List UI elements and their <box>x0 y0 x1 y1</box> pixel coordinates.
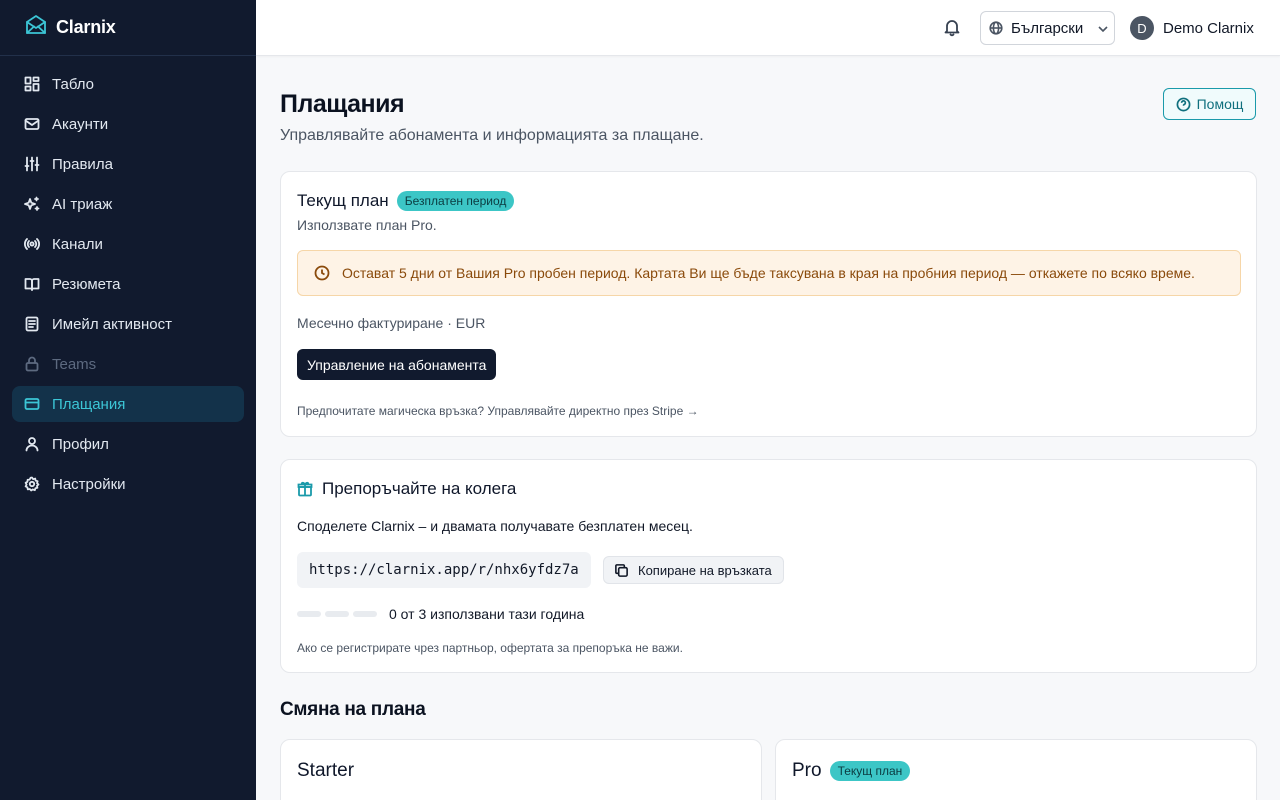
plan-name: Pro Текущ план <box>792 760 911 782</box>
mail-icon <box>24 116 40 132</box>
referral-usage: 0 от 3 използвани тази година <box>297 606 584 622</box>
change-plan-title: Смяна на плана <box>280 699 426 720</box>
usage-pill <box>297 611 321 617</box>
help-button[interactable]: Помощ <box>1163 88 1256 120</box>
language-value: Български <box>1011 19 1084 37</box>
sidebar-item-dashboard[interactable]: Табло <box>12 66 244 102</box>
usage-pill <box>353 611 377 617</box>
user-name: Demo Clarnix <box>1163 19 1254 37</box>
sparkles-icon <box>24 196 40 212</box>
help-circle-icon <box>1176 97 1191 111</box>
sidebar-item-accounts[interactable]: Акаунти <box>12 106 244 142</box>
sidebar-item-ai-triage[interactable]: AI триаж <box>12 186 244 222</box>
plan-name: Starter <box>297 760 354 782</box>
bell-icon[interactable] <box>942 17 962 37</box>
sidebar-item-rules[interactable]: Правила <box>12 146 244 182</box>
avatar: D <box>1130 16 1154 40</box>
sidebar-item-label: Акаунти <box>52 115 109 133</box>
radio-icon <box>24 236 40 252</box>
dashboard-icon <box>24 76 40 92</box>
copy-icon <box>615 563 628 577</box>
plan-name-text: Starter <box>297 760 355 781</box>
book-icon <box>24 276 40 292</box>
partner-note: Ако се регистрирате чрез партньор, оферт… <box>297 641 683 655</box>
usage-text: 0 от 3 използвани тази година <box>389 606 585 622</box>
referral-heading: Препоръчайте на колега <box>297 479 516 499</box>
current-plan-card: Текущ план Безплатен период Използвате п… <box>280 171 1257 437</box>
envelope-logo-icon <box>24 13 56 42</box>
current-plan-heading: Текущ план Безплатен период <box>297 191 515 211</box>
sidebar-item-label: Настройки <box>52 475 126 493</box>
current-plan-badge: Текущ план <box>829 761 911 781</box>
sidebar: Clarnix Табло Акаунти Правила AI триаж К… <box>0 0 256 800</box>
sidebar-nav: Табло Акаунти Правила AI триаж Канали Ре… <box>0 56 256 516</box>
sidebar-item-label: Табло <box>52 75 95 93</box>
user-icon <box>24 436 40 452</box>
sidebar-item-teams: Teams <box>12 346 244 382</box>
sidebar-item-label: Профил <box>52 435 109 453</box>
chevron-down-icon <box>1096 22 1108 34</box>
sidebar-item-label: Плащания <box>52 395 126 413</box>
plan-card-pro[interactable]: Pro Текущ план <box>775 739 1257 800</box>
sidebar-item-label: Канали <box>52 235 103 253</box>
plan-name-text: Pro <box>792 760 822 781</box>
clock-icon <box>314 265 330 281</box>
sidebar-item-payments[interactable]: Плащания <box>12 386 244 422</box>
help-label: Помощ <box>1196 96 1244 112</box>
sliders-icon <box>24 156 40 172</box>
gift-icon <box>297 481 313 497</box>
plan-card-starter[interactable]: Starter <box>280 739 762 800</box>
trial-alert-text: Остават 5 дни от Вашия Pro пробен период… <box>342 265 1195 281</box>
globe-icon <box>989 21 1003 35</box>
referral-share-text: Споделете Clarnix – и двамата получавате… <box>297 518 693 534</box>
manage-subscription-button[interactable]: Управление на абонамента <box>297 349 497 380</box>
sidebar-item-settings[interactable]: Настройки <box>12 466 244 502</box>
sidebar-item-label: Резюмета <box>52 275 121 293</box>
current-plan-description: Използвате план Pro. <box>297 217 437 233</box>
language-select[interactable]: Български <box>980 11 1115 45</box>
brand-name: Clarnix <box>56 17 116 37</box>
lock-icon <box>24 356 40 372</box>
referral-card: Препоръчайте на колега Споделете Clarnix… <box>280 459 1257 673</box>
sidebar-item-profile[interactable]: Профил <box>12 426 244 462</box>
stripe-magic-link[interactable]: Предпочитате магическа връзка? Управлява… <box>297 404 699 418</box>
sidebar-item-label: Имейл активност <box>52 315 173 333</box>
referral-link[interactable]: https://clarnix.app/r/nhx6yfdz7a <box>297 552 591 588</box>
sidebar-item-email-activity[interactable]: Имейл активност <box>12 306 244 342</box>
billing-info: Месечно фактуриране · EUR <box>297 315 486 331</box>
sidebar-item-label: AI триаж <box>52 195 113 213</box>
page-title: Плащания <box>280 90 405 118</box>
page-subtitle: Управлявайте абонамента и информацията з… <box>280 127 704 144</box>
topbar: Български D Demo Clarnix <box>256 0 1280 56</box>
sidebar-item-channels[interactable]: Канали <box>12 226 244 262</box>
current-plan-title: Текущ план <box>297 191 389 210</box>
sidebar-item-summaries[interactable]: Резюмета <box>12 266 244 302</box>
copy-link-button[interactable]: Копиране на връзката <box>603 556 784 584</box>
copy-link-label: Копиране на връзката <box>638 562 772 578</box>
trial-badge: Безплатен период <box>396 191 515 211</box>
activity-icon <box>24 316 40 332</box>
user-menu[interactable]: D Demo Clarnix <box>1130 16 1254 40</box>
usage-pill <box>325 611 349 617</box>
sidebar-item-label: Teams <box>52 355 97 373</box>
sidebar-item-label: Правила <box>52 155 113 173</box>
referral-title: Препоръчайте на колега <box>322 479 517 498</box>
trial-alert: Остават 5 дни от Вашия Pro пробен период… <box>297 250 1241 296</box>
brand[interactable]: Clarnix <box>0 0 256 56</box>
gear-icon <box>24 476 40 492</box>
credit-card-icon <box>24 396 40 412</box>
